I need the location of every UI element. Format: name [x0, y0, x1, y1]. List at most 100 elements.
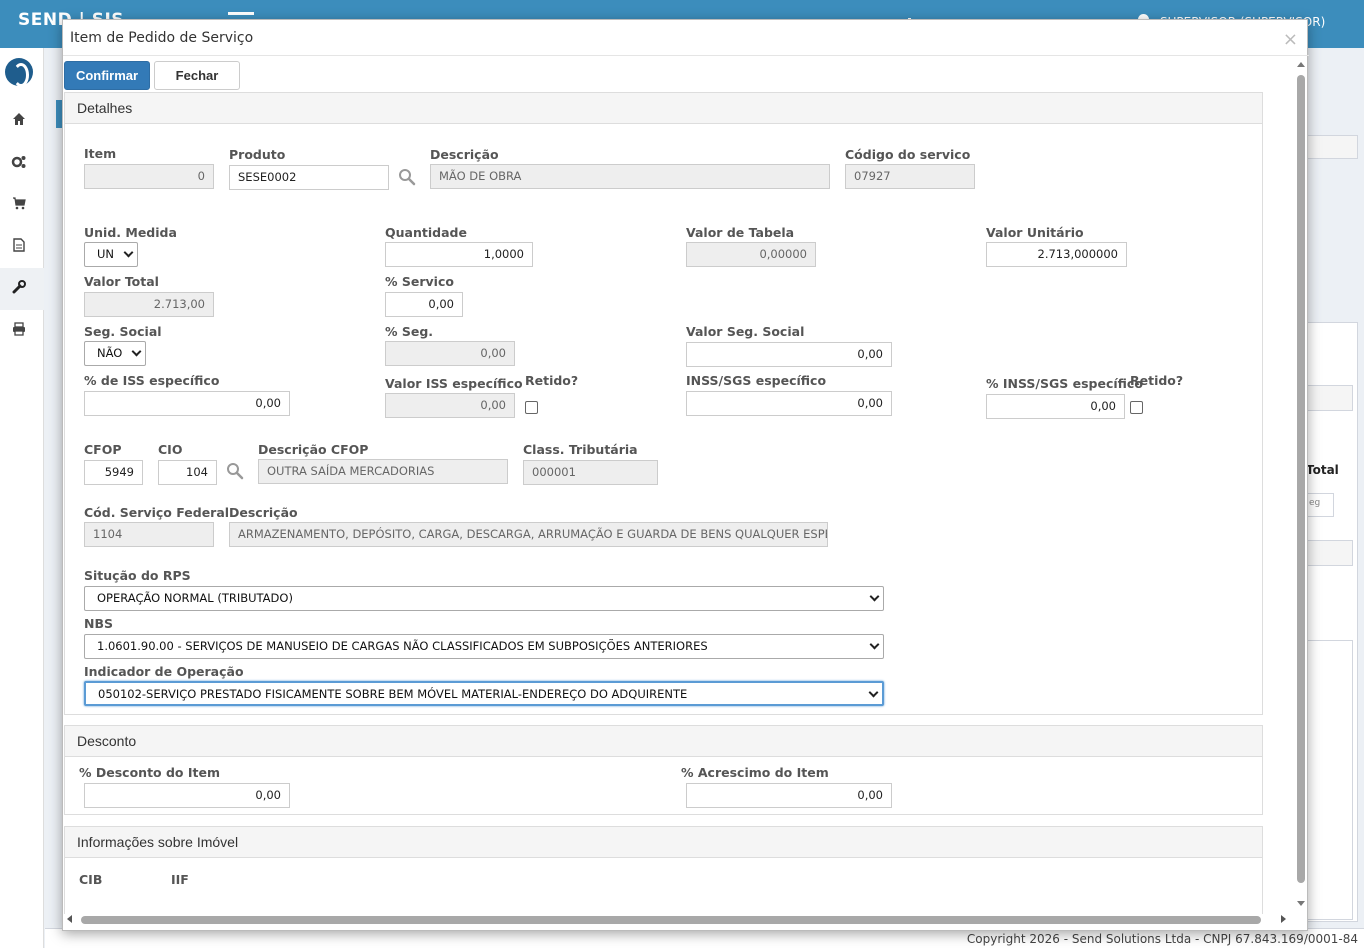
- print-icon[interactable]: [11, 322, 27, 338]
- retido-checkbox[interactable]: [525, 401, 538, 414]
- quantidade-field[interactable]: 1,0000: [385, 242, 533, 267]
- vertical-scrollbar[interactable]: [1295, 58, 1307, 906]
- unid-medida-select[interactable]: UN: [84, 242, 138, 267]
- chevron-down-icon: [868, 687, 879, 698]
- valor-tabela-label: Valor de Tabela: [686, 225, 795, 240]
- desconto-header: Desconto: [65, 726, 1262, 757]
- vertical-scroll-thumb[interactable]: [1297, 75, 1305, 883]
- cib-label: CIB: [79, 872, 103, 887]
- descricao-label: Descrição: [430, 147, 499, 162]
- valor-unitario-label: Valor Unitário: [986, 225, 1084, 240]
- cio-field[interactable]: 104: [158, 460, 217, 485]
- chevron-down-icon: [123, 247, 134, 258]
- detalhes-title: Detalhes: [77, 100, 133, 116]
- close-button[interactable]: Fechar: [154, 61, 240, 90]
- inss-label: INSS/SGS específico: [686, 373, 827, 388]
- valor-iss-label: Valor ISS específico: [385, 376, 523, 391]
- iif-label: IIF: [171, 872, 189, 887]
- scroll-left-icon[interactable]: [67, 915, 72, 923]
- document-icon[interactable]: [11, 238, 27, 254]
- class-trib-label: Class. Tributária: [523, 442, 638, 457]
- page-footer: Copyright 2026 - Send Solutions Ltda - C…: [45, 928, 1364, 948]
- produto-field[interactable]: SESE0002: [229, 165, 389, 190]
- nbs-label: NBS: [84, 616, 113, 631]
- home-icon[interactable]: [11, 112, 27, 128]
- desc-cfop-field: OUTRA SAÍDA MERCADORIAS: [258, 459, 508, 484]
- codigo-servico-field: 07927: [845, 164, 975, 189]
- pct-desconto-label: % Desconto do Item: [79, 765, 220, 780]
- background-panel: [1300, 135, 1358, 159]
- situacao-rps-value: OPERAÇÃO NORMAL (TRIBUTADO): [97, 591, 293, 605]
- pct-servico-field[interactable]: 0,00: [385, 292, 463, 317]
- cfop-field[interactable]: 5949: [84, 460, 143, 485]
- valor-unitario-field[interactable]: 2.713,000000: [986, 242, 1127, 267]
- seg-social-label: Seg. Social: [84, 324, 162, 339]
- horizontal-scroll-thumb[interactable]: [81, 916, 1261, 924]
- scroll-down-icon[interactable]: [1297, 901, 1305, 906]
- quantidade-label: Quantidade: [385, 225, 467, 240]
- cfop-search-icon[interactable]: [226, 462, 244, 480]
- valor-iss-field: 0,00: [385, 393, 515, 418]
- valor-total-label: Valor Total: [84, 274, 159, 289]
- modal-title: Item de Pedido de Serviço: [70, 30, 254, 46]
- valor-seg-social-label: Valor Seg. Social: [686, 324, 805, 339]
- desc-fed-field: ARMAZENAMENTO, DEPÓSITO, CARGA, DESCARGA…: [229, 522, 828, 547]
- imovel-header: Informações sobre Imóvel: [65, 827, 1262, 858]
- seg-social-value: NÃO: [97, 346, 123, 360]
- pct-inss-field[interactable]: 0,00: [986, 394, 1125, 419]
- background-panel-3: [1305, 385, 1353, 411]
- produto-label: Produto: [229, 147, 286, 162]
- gears-icon[interactable]: [11, 154, 27, 170]
- pct-acrescimo-field[interactable]: 0,00: [686, 783, 892, 808]
- cart-icon[interactable]: [11, 196, 27, 212]
- chevron-down-icon: [869, 591, 880, 602]
- wrench-icon[interactable]: [11, 280, 27, 296]
- pct-iss-field[interactable]: 0,00: [84, 391, 290, 416]
- item-field: 0: [84, 164, 214, 189]
- item-label: Item: [84, 146, 117, 161]
- cod-serv-fed-field: 1104: [84, 522, 214, 547]
- scroll-up-icon[interactable]: [1297, 62, 1305, 67]
- seg-social-select[interactable]: NÃO: [84, 341, 146, 366]
- inss-field[interactable]: 0,00: [686, 391, 892, 416]
- close-icon[interactable]: ×: [1283, 29, 1298, 50]
- imovel-title: Informações sobre Imóvel: [77, 834, 239, 850]
- cod-serv-fed-label: Cód. Serviço Federal: [84, 505, 230, 520]
- nbs-value: 1.0601.90.00 - SERVIÇOS DE MANUSEIO DE C…: [97, 639, 708, 653]
- menu-toggle-icon[interactable]: [228, 12, 254, 15]
- cfop-label: CFOP: [84, 442, 122, 457]
- chevron-down-icon: [869, 639, 880, 650]
- modal-header-divider: [63, 55, 1309, 56]
- situacao-rps-select[interactable]: OPERAÇÃO NORMAL (TRIBUTADO): [84, 586, 884, 611]
- class-trib-field: 000001: [523, 460, 658, 485]
- indicador-select[interactable]: 050102-SERVIÇO PRESTADO FISICAMENTE SOBR…: [84, 681, 884, 706]
- unid-medida-value: UN: [97, 247, 115, 261]
- codigo-servico-label: Código do servico: [845, 147, 971, 162]
- pct-acrescimo-label: % Acrescimo do Item: [681, 765, 829, 780]
- valor-seg-social-field[interactable]: 0,00: [686, 342, 892, 367]
- background-panel-5: [1305, 640, 1353, 920]
- background-total-label: Total: [1306, 463, 1339, 477]
- valor-total-field: 2.713,00: [84, 292, 214, 317]
- sidebar: [0, 48, 44, 948]
- pct-inss-label: % INSS/SGS específico: [986, 376, 1143, 391]
- retido-label: Retido?: [525, 373, 579, 388]
- pct-desconto-field[interactable]: 0,00: [84, 783, 290, 808]
- nbs-select[interactable]: 1.0601.90.00 - SERVIÇOS DE MANUSEIO DE C…: [84, 634, 884, 659]
- background-cell: eg: [1306, 493, 1334, 517]
- indicador-value: 050102-SERVIÇO PRESTADO FISICAMENTE SOBR…: [98, 687, 688, 701]
- chevron-down-icon: [131, 346, 142, 357]
- indicador-label: Indicador de Operação: [84, 664, 244, 679]
- horizontal-scrollbar[interactable]: [63, 912, 1293, 926]
- pct-iss-label: % de ISS específico: [84, 373, 220, 388]
- desc-fed-label: Descrição: [229, 505, 298, 520]
- item-pedido-modal: Item de Pedido de Serviço × Confirmar Fe…: [62, 19, 1309, 931]
- confirm-button[interactable]: Confirmar: [64, 61, 150, 90]
- retido2-label: Retido?: [1130, 373, 1184, 388]
- produto-search-icon[interactable]: [398, 168, 416, 186]
- desconto-title: Desconto: [77, 733, 137, 749]
- retido2-checkbox[interactable]: [1130, 401, 1143, 414]
- valor-tabela-field: 0,00000: [686, 242, 816, 267]
- background-panel-4: [1305, 540, 1353, 566]
- scroll-right-icon[interactable]: [1281, 915, 1286, 923]
